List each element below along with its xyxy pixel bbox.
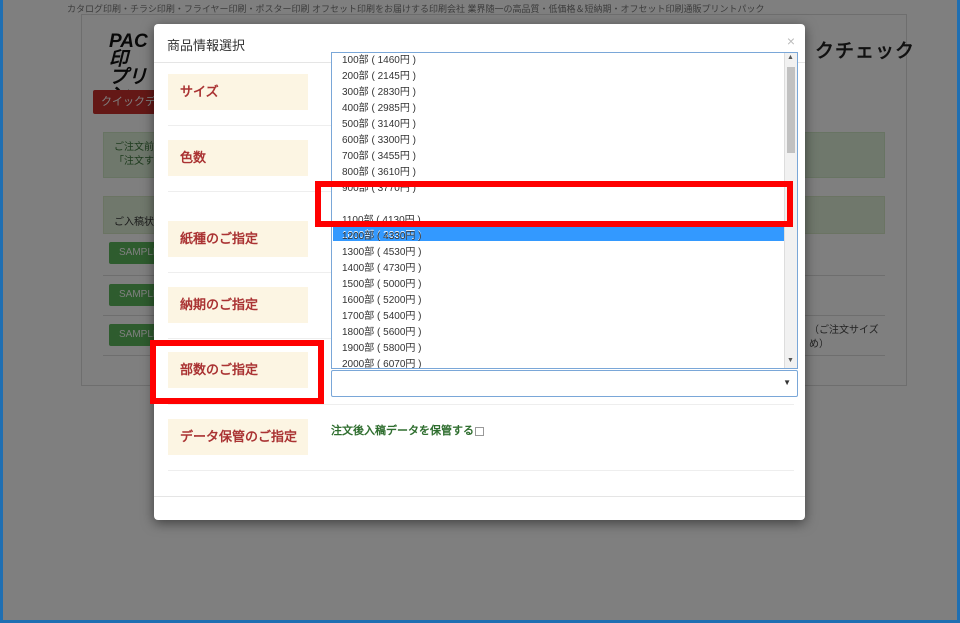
highlight-frame-quantity-label (150, 340, 324, 404)
product-info-modal: 商品情報選択 × サイズ 色数 紙種のご指定 納期のご指定 部数のご指定 データ… (154, 24, 805, 520)
label-paper: 紙種のご指定 (168, 221, 308, 257)
quantity-option[interactable]: 800部 ( 3610円 ) (342, 165, 416, 181)
data-storage-checkbox[interactable] (475, 426, 484, 436)
quantity-option[interactable]: 200部 ( 2145円 ) (342, 69, 416, 85)
quantity-option[interactable]: 1200部 ( 4330円 ) (342, 229, 422, 245)
quantity-option[interactable]: 700部 ( 3455円 ) (342, 149, 416, 165)
quantity-option[interactable]: 2000部 ( 6070円 ) (342, 357, 422, 368)
row-divider (168, 404, 794, 405)
browser-viewport: カタログ印刷・チラシ印刷・フライヤー印刷・ポスター印刷 オフセット印刷をお届けす… (3, 0, 957, 620)
highlight-frame-selected-option (315, 181, 793, 227)
quantity-option[interactable]: 1700部 ( 5400円 ) (342, 309, 422, 325)
label-colors: 色数 (168, 140, 308, 176)
modal-title: 商品情報選択 (167, 38, 246, 53)
label-storage: データ保管のご指定 (168, 419, 308, 455)
scroll-up-icon[interactable]: ▲ (787, 54, 794, 61)
quantity-option[interactable]: 1300部 ( 4530円 ) (342, 245, 422, 261)
quantity-option[interactable]: 1400部 ( 4730円 ) (342, 261, 422, 277)
label-delivery: 納期のご指定 (168, 287, 308, 323)
data-storage-label: 注文後入稿データを保管する (331, 425, 474, 437)
scroll-down-icon[interactable]: ▼ (787, 357, 794, 364)
quantity-option[interactable]: 400部 ( 2985円 ) (342, 101, 416, 117)
quantity-option[interactable]: 500部 ( 3140円 ) (342, 117, 416, 133)
data-storage-option[interactable]: 注文後入稿データを保管する (331, 422, 484, 438)
quantity-option[interactable]: 100部 ( 1460円 ) (342, 53, 416, 69)
close-icon[interactable]: × (787, 33, 795, 49)
quantity-option[interactable]: 600部 ( 3300円 ) (342, 133, 416, 149)
quantity-option[interactable]: 1600部 ( 5200円 ) (342, 293, 422, 309)
quantity-option[interactable]: 300部 ( 2830円 ) (342, 85, 416, 101)
chevron-down-icon: ▼ (783, 378, 791, 387)
quantity-option[interactable]: 1800部 ( 5600円 ) (342, 325, 422, 341)
row-divider (168, 470, 794, 471)
modal-footer-divider (154, 496, 805, 497)
label-size: サイズ (168, 74, 308, 110)
listbox-scroll-thumb[interactable] (787, 67, 795, 153)
quantity-option[interactable]: 1500部 ( 5000円 ) (342, 277, 422, 293)
quantity-option[interactable]: 1900部 ( 5800円 ) (342, 341, 422, 357)
quantity-select[interactable]: ▼ (331, 370, 798, 397)
